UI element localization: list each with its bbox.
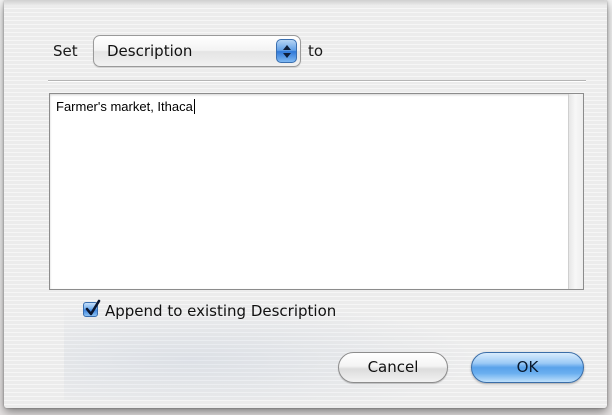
field-popup-value: Description [107,42,193,60]
checkmark-icon [85,299,101,316]
sheet-top-edge [4,0,607,5]
ok-button[interactable]: OK [471,352,584,383]
value-text: Farmer's market, Ithaca [56,99,195,114]
separator [48,80,586,82]
set-field-sheet: Set Description to Farmer's market, Itha… [4,0,607,408]
value-text-content: Farmer's market, Ithaca [56,99,193,114]
append-checkbox-label[interactable]: Append to existing Description [105,302,336,320]
to-label: to [308,42,324,60]
text-area-scrollbar[interactable] [568,94,583,289]
set-label: Set [53,42,78,60]
append-checkbox[interactable] [83,299,101,317]
field-popup-button[interactable]: Description [93,35,301,67]
up-down-arrows-icon [276,39,297,63]
value-text-area[interactable]: Farmer's market, Ithaca [49,93,584,290]
cancel-button[interactable]: Cancel [338,352,448,383]
text-caret [193,99,195,114]
